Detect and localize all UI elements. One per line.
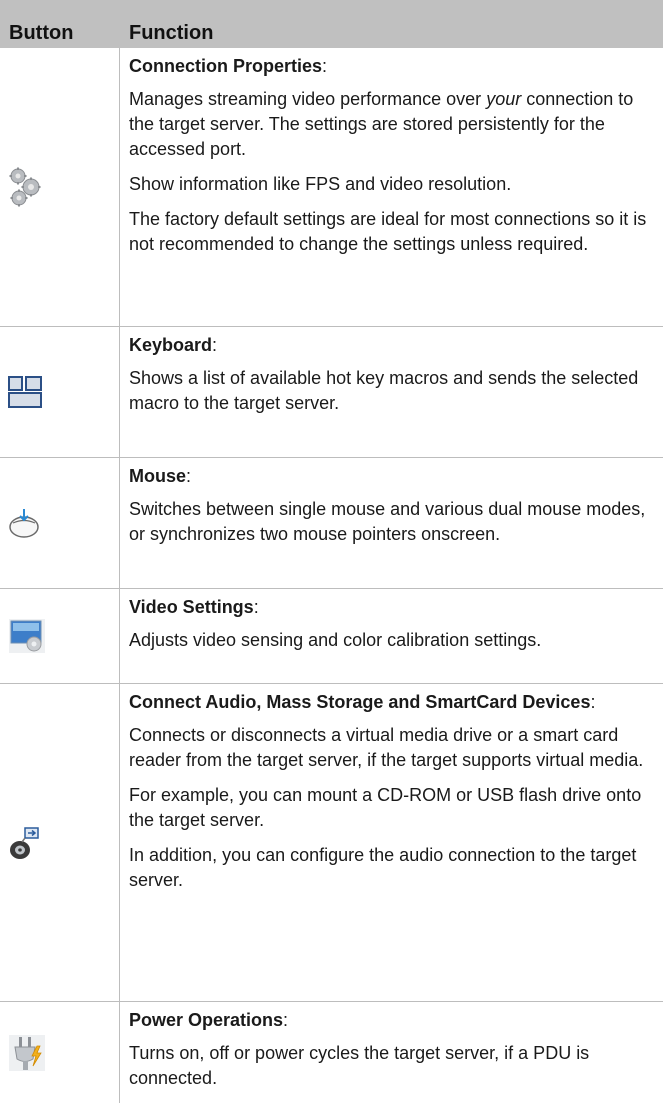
mouse-icon[interactable] [8, 508, 40, 538]
row-title: Mouse: [129, 466, 192, 486]
row-description: The factory default settings are ideal f… [129, 209, 647, 254]
row-title: Connection Properties: [129, 56, 328, 76]
table-row: Keyboard: Shows a list of available hot … [0, 327, 663, 458]
function-cell: Mouse: Switches between single mouse and… [120, 458, 663, 588]
row-description: Show information like FPS and video reso… [129, 174, 512, 194]
row-description: Connects or disconnects a virtual media … [129, 725, 644, 770]
row-description: In addition, you can configure the audio… [129, 845, 637, 890]
media-devices-icon[interactable] [8, 826, 40, 860]
header-button: Button [9, 22, 74, 44]
header-function: Function [129, 22, 214, 44]
button-cell [0, 48, 120, 326]
keyboard-icon[interactable] [8, 376, 42, 408]
button-cell [0, 458, 120, 588]
function-cell: Connect Audio, Mass Storage and SmartCar… [120, 684, 663, 1001]
function-cell: Keyboard: Shows a list of available hot … [120, 327, 663, 457]
button-cell [0, 1002, 120, 1103]
function-cell: Power Operations: Turns on, off or power… [120, 1002, 663, 1103]
row-title: Power Operations: [129, 1010, 289, 1030]
table-row: Connect Audio, Mass Storage and SmartCar… [0, 684, 663, 1002]
row-description: Turns on, off or power cycles the target… [129, 1043, 590, 1088]
button-cell [0, 684, 120, 1001]
row-description: Switches between single mouse and variou… [129, 499, 646, 544]
table-row: Mouse: Switches between single mouse and… [0, 458, 663, 589]
video-settings-icon[interactable] [8, 618, 46, 654]
row-description: Adjusts video sensing and color calibrat… [129, 630, 542, 650]
table-row: Video Settings: Adjusts video sensing an… [0, 589, 663, 684]
power-plug-icon[interactable] [8, 1034, 46, 1072]
gears-icon[interactable] [8, 167, 42, 207]
table-row: Power Operations: Turns on, off or power… [0, 1002, 663, 1103]
function-cell: Connection Properties: Manages streaming… [120, 48, 663, 326]
row-title: Keyboard: [129, 335, 218, 355]
button-function-table: Button Function Connection Properties: M… [0, 0, 663, 1103]
row-title: Connect Audio, Mass Storage and SmartCar… [129, 692, 596, 712]
button-cell [0, 327, 120, 457]
button-cell [0, 589, 120, 683]
row-title: Video Settings: [129, 597, 259, 617]
row-description: Manages streaming video performance over… [129, 89, 634, 159]
row-description: Shows a list of available hot key macros… [129, 368, 639, 413]
row-description: For example, you can mount a CD-ROM or U… [129, 785, 642, 830]
function-cell: Video Settings: Adjusts video sensing an… [120, 589, 663, 683]
table-row: Connection Properties: Manages streaming… [0, 48, 663, 327]
table-header: Button Function [0, 0, 663, 48]
